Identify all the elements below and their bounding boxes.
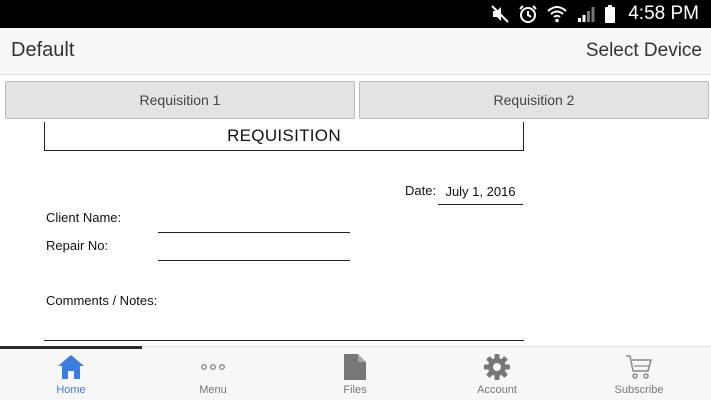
nav-home[interactable]: Home	[0, 347, 142, 400]
status-icons: 4:58 PM	[490, 0, 699, 28]
comments-label: Comments / Notes:	[46, 293, 158, 308]
nav-account-label: Account	[477, 384, 517, 396]
alarm-icon	[518, 4, 538, 24]
more-dots-icon	[198, 353, 228, 381]
nav-subscribe-label: Subscribe	[614, 384, 664, 396]
nav-menu[interactable]: Menu	[142, 347, 284, 400]
nav-home-label: Home	[56, 384, 86, 396]
repair-no-field[interactable]	[158, 260, 350, 261]
nav-files-label: Files	[343, 384, 367, 396]
home-icon	[56, 353, 86, 381]
tab-row: Requisition 1 Requisition 2	[0, 78, 711, 122]
gear-icon	[482, 353, 512, 381]
app-header: Default Select Device	[0, 28, 711, 75]
cart-icon	[624, 353, 654, 381]
bottom-nav: Home Menu Files Account Subscribe	[0, 346, 711, 400]
document-title: REQUISITION	[44, 122, 524, 151]
select-device-button[interactable]: Select Device	[586, 40, 702, 62]
requisition-document: REQUISITION Date: July 1, 2016 Client Na…	[0, 122, 711, 346]
wifi-icon	[546, 4, 568, 24]
date-field[interactable]: July 1, 2016	[438, 178, 523, 205]
repair-no-label: Repair No:	[46, 238, 109, 253]
tab-requisition-1[interactable]: Requisition 1	[5, 81, 355, 119]
app-title: Default	[11, 39, 75, 61]
nav-account[interactable]: Account	[426, 347, 568, 400]
nav-menu-label: Menu	[199, 384, 227, 396]
nav-files[interactable]: Files	[284, 347, 426, 400]
date-label: Date:	[405, 183, 437, 198]
battery-icon	[604, 4, 616, 24]
signal-icon	[576, 4, 596, 24]
client-name-field[interactable]	[158, 232, 350, 233]
client-name-label: Client Name:	[46, 210, 122, 225]
status-bar: 4:58 PM	[0, 0, 711, 28]
comments-field[interactable]	[44, 340, 524, 341]
mute-icon	[490, 4, 510, 24]
file-icon	[340, 353, 370, 381]
status-time: 4:58 PM	[628, 3, 699, 24]
nav-subscribe[interactable]: Subscribe	[568, 347, 710, 400]
tab-requisition-2[interactable]: Requisition 2	[359, 81, 709, 119]
